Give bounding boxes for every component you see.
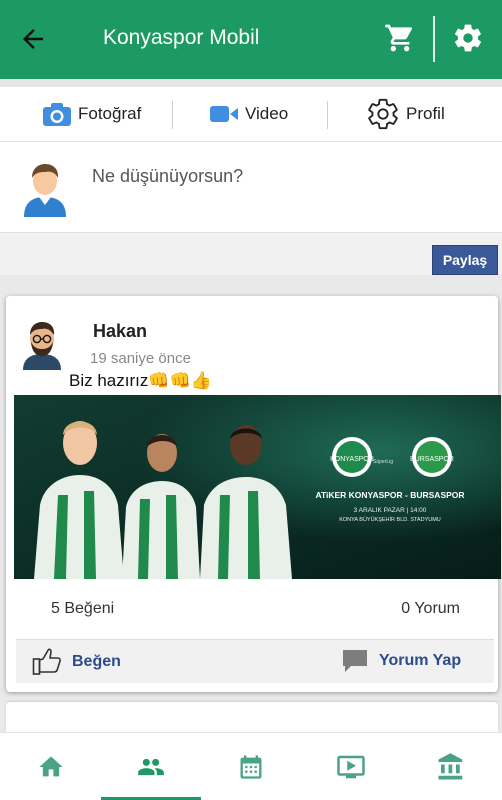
tv-icon	[337, 755, 365, 779]
gear-icon[interactable]	[452, 22, 484, 54]
camera-icon	[43, 103, 71, 126]
match-title: ATiKER KONYASPOR - BURSASPOR	[315, 490, 464, 500]
nav-tv[interactable]	[301, 733, 401, 800]
nav-club[interactable]	[401, 733, 501, 800]
toolbar-divider	[433, 16, 435, 62]
svg-text:BURSASPOR: BURSASPOR	[410, 456, 454, 463]
author-avatar[interactable]	[20, 320, 64, 370]
app-bar: Konyaspor Mobil	[0, 0, 502, 79]
bottom-navigation	[0, 732, 502, 800]
photo-button-label: Fotoğraf	[78, 104, 142, 123]
user-avatar	[24, 164, 66, 217]
profile-button-label: Profil	[406, 104, 445, 123]
league-label: SüperLig	[373, 459, 393, 465]
thumbs-up-icon	[32, 648, 61, 675]
media-separator	[172, 101, 173, 129]
like-button-label: Beğen	[72, 653, 121, 670]
match-banner-image[interactable]: KONYASPOR SüperLig BURSASPOR ATiKER KONY…	[14, 395, 501, 579]
video-camera-icon	[210, 106, 238, 122]
cog-icon	[368, 98, 398, 130]
likes-count[interactable]: 5 Beğeni	[51, 600, 114, 618]
svg-text:KONYASPOR: KONYASPOR	[330, 456, 374, 463]
post-composer: Fotoğraf Video Profil Ne düşünüyorsun? P…	[0, 79, 502, 275]
comment-button-label: Yorum Yap	[379, 652, 462, 669]
composer-footer	[0, 232, 502, 275]
post-author[interactable]: Hakan	[93, 321, 147, 342]
photo-button[interactable]: Fotoğraf	[42, 97, 141, 131]
media-buttons-row: Fotoğraf Video Profil	[0, 87, 502, 142]
composer-placeholder[interactable]: Ne düşünüyorsun?	[92, 166, 243, 187]
home-icon	[39, 756, 63, 777]
post-timestamp: 19 saniye önce	[90, 350, 191, 367]
cart-icon[interactable]	[384, 22, 416, 54]
media-separator	[327, 101, 328, 129]
people-icon	[138, 758, 164, 776]
post-card: Hakan 19 saniye önce Biz hazırız👊👊👍 KONY…	[6, 296, 501, 692]
comment-button[interactable]: Yorum Yap	[341, 648, 461, 674]
match-venue: KONYA BÜYÜKŞEHİR BLD. STADYUMU	[339, 516, 441, 523]
calendar-icon	[240, 755, 262, 779]
post-actions-bar: Beğen Yorum Yap	[16, 639, 494, 683]
post-text: Biz hazırız👊👊👍	[69, 371, 212, 390]
share-button[interactable]: Paylaş	[432, 245, 498, 275]
like-button[interactable]: Beğen	[32, 648, 121, 676]
app-title: Konyaspor Mobil	[103, 26, 260, 49]
nav-social[interactable]	[101, 733, 201, 800]
profile-button[interactable]: Profil	[366, 97, 445, 131]
nav-fixtures[interactable]	[201, 733, 301, 800]
comment-bubble-icon	[343, 650, 367, 672]
nav-home[interactable]	[1, 733, 101, 800]
comments-count[interactable]: 0 Yorum	[401, 600, 460, 618]
bank-icon	[438, 753, 463, 780]
back-arrow-icon[interactable]	[18, 24, 48, 54]
video-button-label: Video	[245, 104, 289, 123]
video-button[interactable]: Video	[209, 97, 288, 131]
match-date: 3 ARALIK PAZAR | 14:00	[354, 507, 427, 514]
